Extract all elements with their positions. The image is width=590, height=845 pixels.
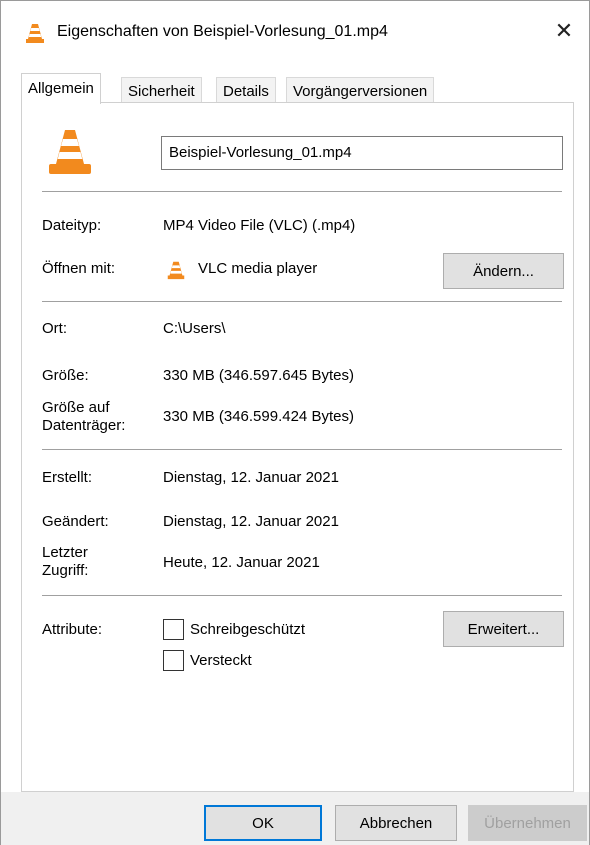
accessed-label: Letzter Zugriff:	[42, 544, 88, 580]
separator	[42, 595, 562, 596]
disksize-label-line2: Datenträger:	[42, 417, 126, 434]
cancel-button[interactable]: Abbrechen	[335, 805, 457, 841]
filetype-value: MP4 Video File (VLC) (.mp4)	[163, 217, 356, 234]
location-label: Ort:	[42, 320, 67, 337]
dialog-footer: OK Abbrechen Übernehmen	[1, 792, 589, 845]
close-button[interactable]: ✕	[539, 9, 589, 53]
disksize-label-line1: Größe auf	[42, 399, 110, 416]
properties-dialog: Eigenschaften von Beispiel-Vorlesung_01.…	[0, 0, 590, 845]
change-button[interactable]: Ändern...	[443, 253, 564, 289]
tab-sicherheit[interactable]: Sicherheit	[121, 77, 202, 103]
tab-vorgaengerversionen[interactable]: Vorgängerversionen	[286, 77, 435, 103]
modified-value: Dienstag, 12. Januar 2021	[163, 513, 339, 530]
size-value: 330 MB (346.597.645 Bytes)	[163, 367, 354, 384]
location-value: C:\Users\	[163, 320, 226, 337]
filetype-label: Dateityp:	[42, 217, 102, 234]
separator	[42, 191, 562, 192]
readonly-checkbox-box[interactable]	[163, 619, 184, 640]
accessed-value: Heute, 12. Januar 2021	[163, 554, 320, 571]
vlc-cone-icon	[26, 24, 44, 43]
accessed-label-line2: Zugriff:	[42, 562, 89, 579]
hidden-label[interactable]: Versteckt	[190, 652, 252, 669]
tab-allgemein[interactable]: Allgemein	[21, 73, 101, 104]
general-tab-panel: Beispiel-Vorlesung_01.mp4 Dateityp: MP4 …	[21, 102, 574, 792]
window-title: Eigenschaften von Beispiel-Vorlesung_01.…	[57, 23, 388, 40]
hidden-checkbox[interactable]: Versteckt	[163, 650, 252, 671]
close-icon: ✕	[554, 18, 574, 43]
advanced-button[interactable]: Erweitert...	[443, 611, 564, 647]
ok-button[interactable]: OK	[204, 805, 322, 841]
openwith-label: Öffnen mit:	[42, 260, 116, 277]
vlc-cone-icon	[167, 261, 185, 280]
openwith-value: VLC media player	[198, 260, 318, 277]
created-label: Erstellt:	[42, 469, 93, 486]
created-value: Dienstag, 12. Januar 2021	[163, 469, 339, 486]
attributes-label: Attribute:	[42, 621, 103, 638]
accessed-label-line1: Letzter	[42, 544, 88, 561]
separator	[42, 449, 562, 450]
disksize-value: 330 MB (346.599.424 Bytes)	[163, 408, 354, 425]
vlc-cone-icon	[49, 130, 91, 174]
size-label: Größe:	[42, 367, 89, 384]
hidden-checkbox-box[interactable]	[163, 650, 184, 671]
readonly-label[interactable]: Schreibgeschützt	[190, 621, 305, 638]
apply-button[interactable]: Übernehmen	[468, 805, 587, 841]
disksize-label: Größe auf Datenträger:	[42, 399, 125, 435]
modified-label: Geändert:	[42, 513, 109, 530]
title-bar: Eigenschaften von Beispiel-Vorlesung_01.…	[1, 1, 589, 61]
file-name-input[interactable]: Beispiel-Vorlesung_01.mp4	[161, 136, 563, 170]
separator	[42, 301, 562, 302]
tab-details[interactable]: Details	[216, 77, 276, 103]
readonly-checkbox[interactable]: Schreibgeschützt	[163, 619, 305, 640]
